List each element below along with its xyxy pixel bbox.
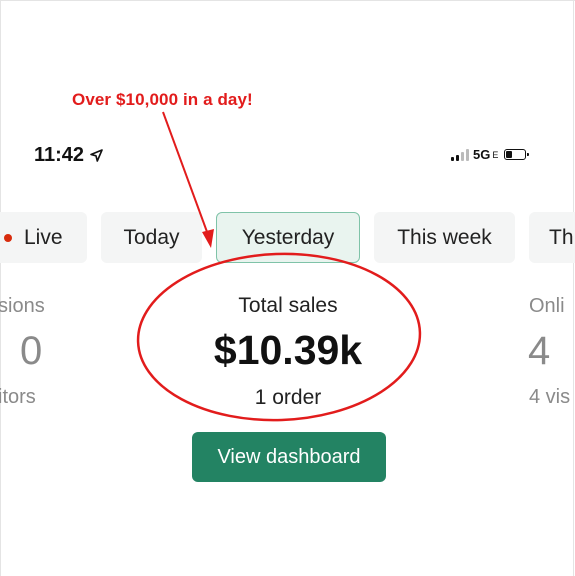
network-suffix: E <box>492 149 499 160</box>
location-arrow-icon <box>90 149 103 162</box>
total-sales-label: Total sales <box>238 294 338 317</box>
tab-yesterday[interactable]: Yesterday <box>216 212 360 263</box>
live-indicator-dot <box>4 233 12 242</box>
right-metric-value: 4 <box>528 329 551 373</box>
tab-today[interactable]: Today <box>101 212 202 263</box>
network-type: 5G <box>473 147 491 162</box>
frame-left-border <box>0 0 1 576</box>
status-indicators: 5G E <box>451 147 530 162</box>
order-count: 1 order <box>254 386 322 409</box>
right-metric-label: Onli <box>529 295 565 317</box>
right-metric-sublabel: 4 vis <box>529 386 571 408</box>
annotation-overlay <box>136 111 422 422</box>
cellular-signal-icon <box>451 148 469 161</box>
tab-yesterday-label: Yesterday <box>241 225 335 249</box>
frame-right-border <box>573 0 574 576</box>
view-dashboard-button[interactable]: View dashboard <box>192 432 386 482</box>
tab-this-week[interactable]: This week <box>374 212 515 263</box>
tab-live-label: Live <box>24 225 63 249</box>
left-metric-label: sions <box>0 295 45 317</box>
tab-today-label: Today <box>123 225 180 249</box>
tab-live[interactable]: Live <box>0 212 87 263</box>
tab-this-week-label: This week <box>397 225 492 249</box>
frame-top-border <box>0 0 575 1</box>
tab-partial-next[interactable]: Th <box>529 212 575 263</box>
left-metric-value: 0 <box>20 329 43 373</box>
annotation-caption: Over $10,000 in a day! <box>72 90 253 109</box>
battery-low-icon <box>504 149 530 160</box>
status-time-text: 11:42 <box>34 144 85 166</box>
tab-partial-label: Th <box>549 225 574 249</box>
screenshot-canvas: Over $10,000 in a day! 11:42 5G E Live T… <box>0 0 575 576</box>
status-time: 11:42 <box>34 144 103 167</box>
total-sales-value: $10.39k <box>213 327 363 373</box>
left-metric-sublabel: itors <box>0 386 36 408</box>
